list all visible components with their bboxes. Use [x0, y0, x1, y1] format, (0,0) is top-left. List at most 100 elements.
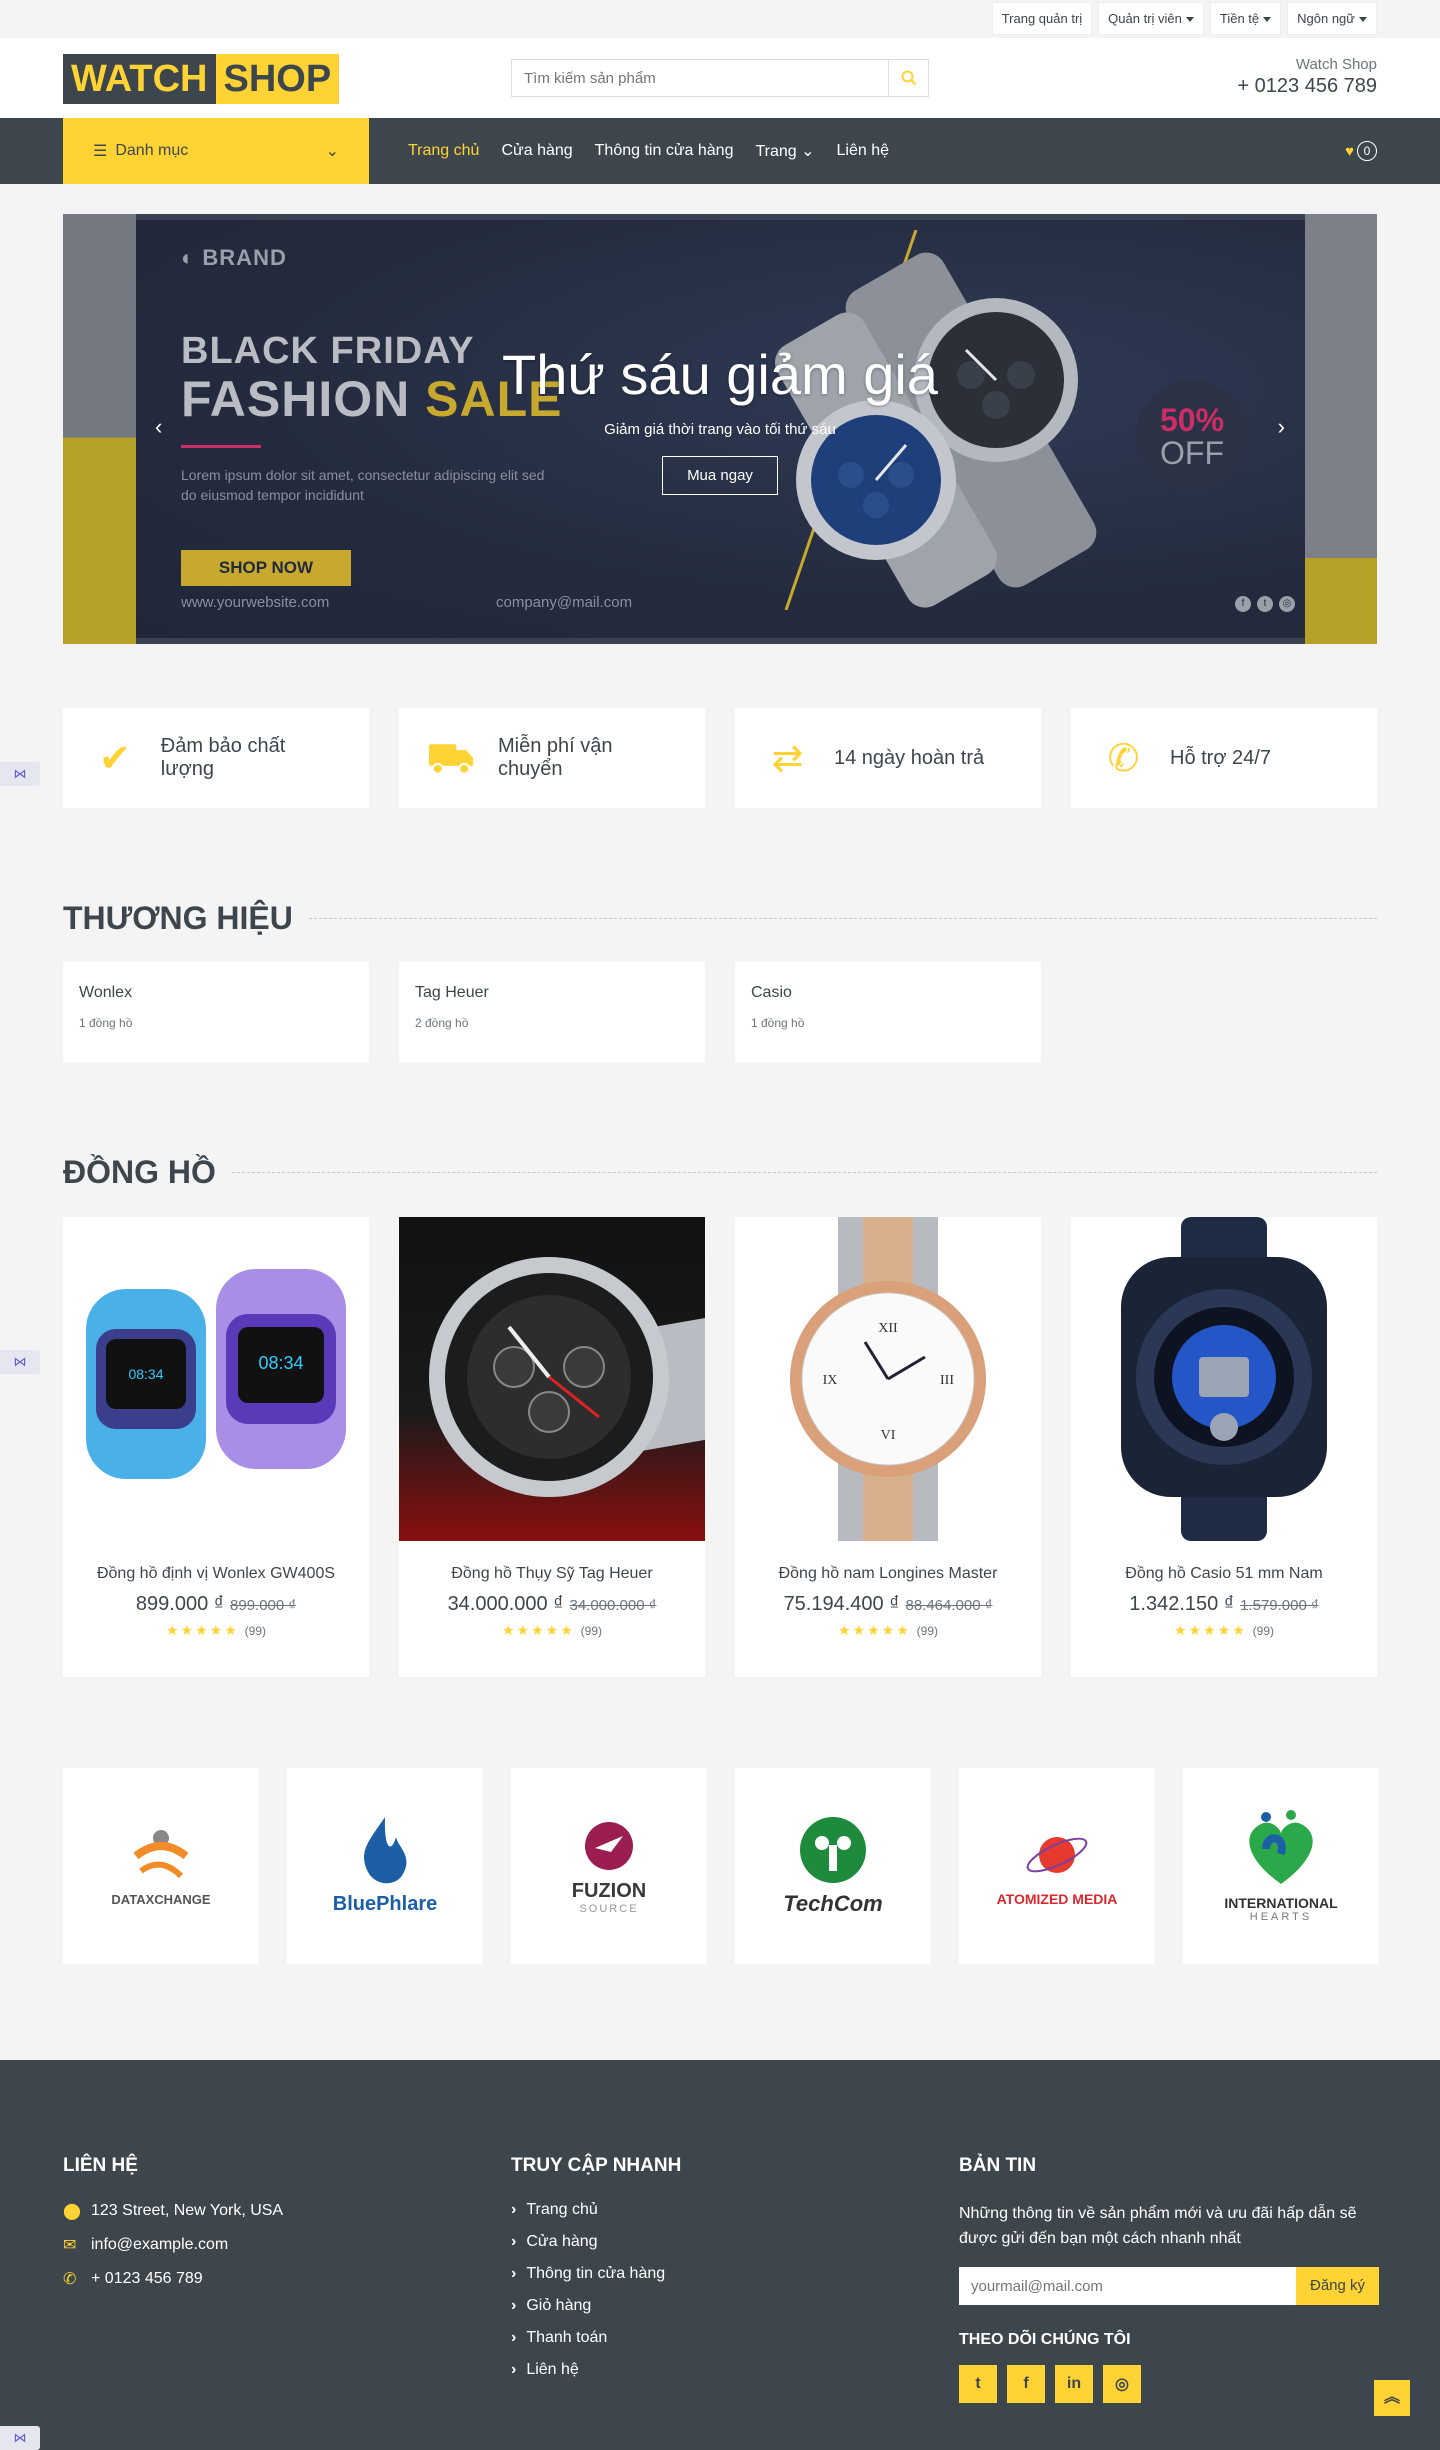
- newsletter-form: Đăng ký: [959, 2267, 1379, 2305]
- vendor-name: TechCom: [783, 1891, 883, 1916]
- product-card[interactable]: Đồng hồ Thụy Sỹ Tag Heuer 34.000.000 ₫ 34…: [399, 1217, 705, 1677]
- instagram-icon: ◎: [1279, 596, 1295, 612]
- currency-label: Tiền tệ: [1219, 11, 1260, 26]
- brand-card[interactable]: Wonlex 1 đồng hồ: [63, 962, 369, 1062]
- banner-social-icons: f t ◎: [1235, 596, 1295, 612]
- header: WATCH SHOP Watch Shop + 0123 456 789: [0, 38, 1440, 118]
- product-card[interactable]: 08:34 08:34 Đồng hồ định vị Wonlex GW400…: [63, 1217, 369, 1677]
- members-dropdown[interactable]: Quản trị viên: [1098, 2, 1204, 35]
- currency-dropdown[interactable]: Tiền tệ: [1209, 2, 1282, 35]
- feature-label: Đảm bảo chất lượng: [160, 735, 286, 780]
- chevron-right-icon: ›: [511, 2297, 517, 2314]
- footer-link-shop[interactable]: › Cửa hàng: [511, 2233, 681, 2251]
- vendor-logo[interactable]: INTERNATIONAL HEARTS: [1183, 1768, 1379, 1964]
- product-image[interactable]: [1071, 1217, 1377, 1541]
- instagram-icon[interactable]: ◎: [1103, 2365, 1141, 2403]
- vendor-logo[interactable]: TechCom: [735, 1768, 931, 1964]
- logo-part2: SHOP: [215, 54, 340, 104]
- product-name[interactable]: Đồng hồ định vị Wonlex GW400S: [63, 1565, 369, 1583]
- subscribe-button[interactable]: Đăng ký: [1296, 2267, 1379, 2305]
- feature-returns: ⇄ 14 ngày hoàn trả: [735, 708, 1041, 808]
- shop-name: Watch Shop: [1295, 56, 1377, 73]
- newsletter-email-input[interactable]: [959, 2267, 1296, 2305]
- phone-volume-icon: ✆: [1107, 737, 1140, 780]
- search-icon: [901, 70, 916, 86]
- product-image[interactable]: [399, 1217, 705, 1541]
- check-icon: ✔: [98, 737, 131, 780]
- product-card[interactable]: XII VI IX III Đồng hồ nam Longines Maste…: [735, 1217, 1041, 1677]
- nav-contact[interactable]: Liên hệ: [837, 142, 890, 160]
- linkedin-icon[interactable]: in: [1055, 2365, 1093, 2403]
- footer-news-title: BẢN TIN: [959, 2155, 1037, 2176]
- vendor-logo[interactable]: FUZION SOURCE: [511, 1768, 707, 1964]
- product-image[interactable]: 08:34 08:34: [63, 1217, 369, 1541]
- nav-pages-label: Trang: [755, 143, 797, 160]
- brand-card[interactable]: Tag Heuer 2 đồng hồ: [399, 962, 705, 1062]
- footer-email: ✉ info@example.com: [63, 2236, 229, 2254]
- footer-link-checkout[interactable]: › Thanh toán: [511, 2329, 681, 2347]
- nav-pages[interactable]: Trang ⌄: [755, 141, 814, 161]
- brand-count: 1 đồng hồ: [79, 1016, 133, 1030]
- product-image[interactable]: XII VI IX III: [735, 1217, 1041, 1541]
- feature-shipping: Miễn phí vận chuyển: [399, 708, 705, 808]
- wishlist-button[interactable]: ♥ 0: [1345, 141, 1377, 161]
- carousel-prev-icon[interactable]: ‹: [155, 414, 162, 440]
- admin-link[interactable]: Trang quản trị: [991, 2, 1093, 35]
- vendor-logo[interactable]: ATOMIZED MEDIA: [959, 1768, 1155, 1964]
- footer-quick-title: TRUY CẬP NHANH: [511, 2155, 682, 2176]
- back-to-top-button[interactable]: ︽: [1374, 2380, 1410, 2416]
- double-chevron-up-icon: ︽: [1383, 2389, 1400, 2406]
- atom-icon: [1026, 1837, 1088, 1873]
- footer-phone: ✆ + 0123 456 789: [63, 2270, 203, 2288]
- vendor-name: BluePhlare: [332, 1892, 438, 1915]
- product-rating: ★★★★★ (99): [166, 1622, 266, 1638]
- dev-tools-tab-icon[interactable]: ⋈: [0, 1350, 40, 1374]
- dev-tools-tab-icon[interactable]: ⋈: [0, 762, 40, 786]
- footer-link-store-info[interactable]: › Thông tin cửa hàng: [511, 2265, 681, 2283]
- products-section-title: ĐỒNG HỒ: [63, 1152, 1377, 1192]
- language-dropdown[interactable]: Ngôn ngữ: [1287, 2, 1377, 35]
- product-name[interactable]: Đồng hồ Casio 51 mm Nam: [1071, 1565, 1377, 1583]
- review-count: (99): [244, 1624, 266, 1638]
- svg-text:VI: VI: [881, 1428, 896, 1443]
- buy-now-button[interactable]: Mua ngay: [662, 456, 778, 495]
- nav-home[interactable]: Trang chủ: [408, 142, 479, 160]
- product-name[interactable]: Đồng hồ nam Longines Master: [735, 1565, 1041, 1583]
- review-count: (99): [580, 1624, 602, 1638]
- brand-card[interactable]: Casio 1 đồng hồ: [735, 962, 1041, 1062]
- footer-link-contact[interactable]: › Liên hệ: [511, 2361, 681, 2379]
- logo-part1: WATCH: [63, 54, 216, 104]
- svg-text:XII: XII: [878, 1321, 898, 1336]
- nav-shop[interactable]: Cửa hàng: [501, 142, 572, 160]
- chevron-down-icon: ⌄: [801, 143, 815, 160]
- categories-toggle[interactable]: ☰ Danh mục ⌄: [63, 118, 369, 184]
- product-name[interactable]: Đồng hồ Thụy Sỹ Tag Heuer: [399, 1565, 705, 1583]
- search-button[interactable]: [888, 60, 928, 96]
- dev-tools-tab-icon[interactable]: ⋈: [0, 2426, 40, 2450]
- twitter-icon[interactable]: t: [959, 2365, 997, 2403]
- twitter-icon: t: [1257, 596, 1273, 612]
- exchange-icon: ⇄: [771, 737, 804, 780]
- brand-count: 1 đồng hồ: [751, 1016, 805, 1030]
- footer-link-cart[interactable]: › Giỏ hàng: [511, 2297, 681, 2315]
- facebook-icon[interactable]: f: [1007, 2365, 1045, 2403]
- techcom-logo-icon: [800, 1817, 866, 1883]
- logo[interactable]: WATCH SHOP: [63, 54, 340, 104]
- newsletter-text: Những thông tin về sản phẩm mới và ưu đã…: [959, 2205, 1357, 2247]
- chevron-right-icon: ›: [511, 2329, 517, 2346]
- banner-website: www.yourwebsite.com: [181, 594, 330, 611]
- product-price: 1.342.150 ₫ 1.579.000 ₫: [1129, 1593, 1319, 1615]
- search-input[interactable]: [512, 60, 888, 96]
- review-count: (99): [916, 1624, 938, 1638]
- feature-support: ✆ Hỗ trợ 24/7: [1071, 708, 1377, 808]
- footer-contact-title: LIÊN HỆ: [63, 2155, 138, 2176]
- product-rating: ★★★★★ (99): [502, 1622, 602, 1638]
- vendor-logo[interactable]: DATAXCHANGE: [63, 1768, 259, 1964]
- phone-icon: ✆: [63, 2271, 77, 2288]
- product-card[interactable]: Đồng hồ Casio 51 mm Nam 1.342.150 ₫ 1.579…: [1071, 1217, 1377, 1677]
- nav-store-info[interactable]: Thông tin cửa hàng: [595, 142, 734, 160]
- footer-link-home[interactable]: › Trang chủ: [511, 2201, 681, 2219]
- vendor-logo[interactable]: BluePhlare: [287, 1768, 483, 1964]
- carousel-next-icon[interactable]: ›: [1278, 414, 1285, 440]
- navbar: ☰ Danh mục ⌄ Trang chủ Cửa hàng Thông ti…: [0, 118, 1440, 184]
